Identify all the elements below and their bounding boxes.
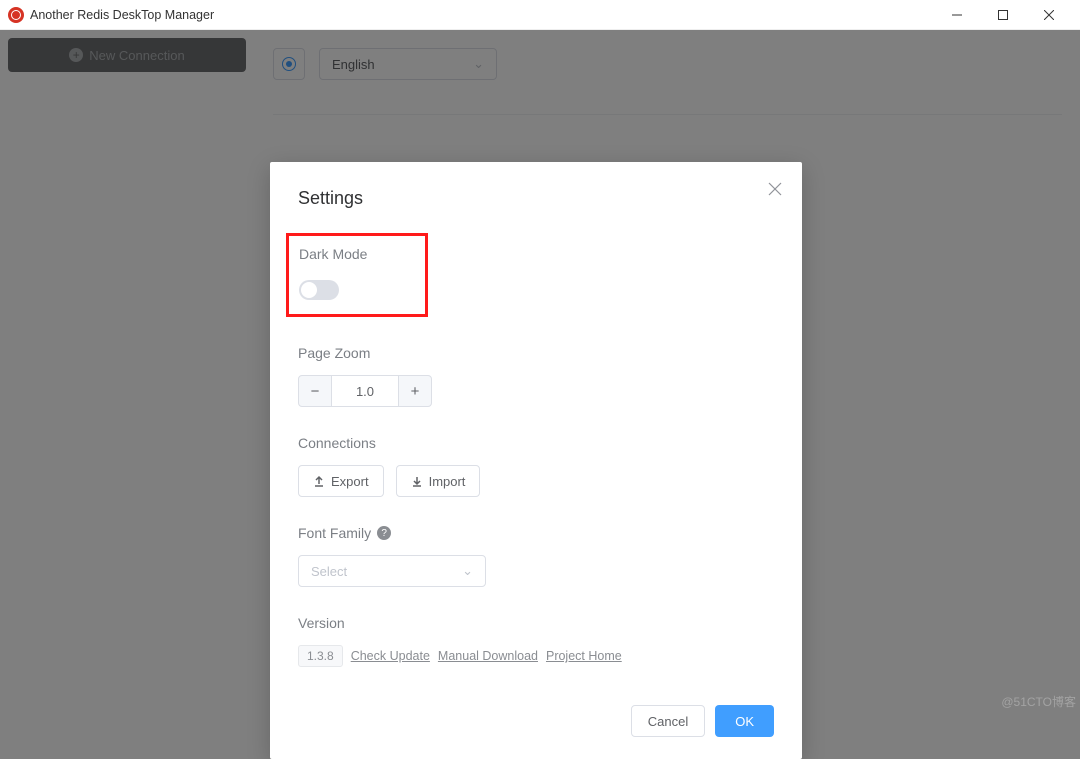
dark-mode-label: Dark Mode xyxy=(299,246,415,262)
modal-footer: Cancel OK xyxy=(298,705,774,737)
export-label: Export xyxy=(331,474,369,489)
help-icon[interactable]: ? xyxy=(377,526,391,540)
zoom-increase-button[interactable]: + xyxy=(398,375,432,407)
minimize-button[interactable] xyxy=(934,0,980,30)
settings-modal: Settings Dark Mode Page Zoom − 1.0 + Con… xyxy=(270,162,802,759)
app-icon xyxy=(8,7,24,23)
cancel-button[interactable]: Cancel xyxy=(631,705,705,737)
ok-button[interactable]: OK xyxy=(715,705,774,737)
font-family-text: Font Family xyxy=(298,525,371,541)
project-home-link[interactable]: Project Home xyxy=(546,649,622,663)
connections-buttons: Export Import xyxy=(298,465,774,497)
page-zoom-stepper[interactable]: − 1.0 + xyxy=(298,375,432,407)
upload-icon xyxy=(313,475,325,487)
chevron-down-icon: ⌄ xyxy=(462,563,473,579)
modal-title: Settings xyxy=(298,188,774,209)
connections-label: Connections xyxy=(298,435,774,451)
font-family-placeholder: Select xyxy=(311,564,347,579)
check-update-link[interactable]: Check Update xyxy=(351,649,430,663)
titlebar: Another Redis DeskTop Manager xyxy=(0,0,1080,30)
close-button[interactable] xyxy=(1026,0,1072,30)
zoom-decrease-button[interactable]: − xyxy=(298,375,332,407)
version-label: Version xyxy=(298,615,774,631)
version-badge: 1.3.8 xyxy=(298,645,343,667)
dark-mode-toggle[interactable] xyxy=(299,280,339,300)
font-family-select[interactable]: Select ⌄ xyxy=(298,555,486,587)
window-controls xyxy=(934,0,1072,30)
modal-close-button[interactable] xyxy=(768,182,782,201)
import-button[interactable]: Import xyxy=(396,465,481,497)
app-title: Another Redis DeskTop Manager xyxy=(30,8,214,22)
download-icon xyxy=(411,475,423,487)
zoom-value: 1.0 xyxy=(332,375,398,407)
import-label: Import xyxy=(429,474,466,489)
app-body: + New Connection English ⌄ Settings Dark… xyxy=(0,30,1080,714)
font-family-label: Font Family ? xyxy=(298,525,774,541)
dark-mode-highlight: Dark Mode xyxy=(286,233,428,317)
export-button[interactable]: Export xyxy=(298,465,384,497)
version-row: 1.3.8 Check Update Manual Download Proje… xyxy=(298,645,774,667)
page-zoom-label: Page Zoom xyxy=(298,345,774,361)
watermark: @51CTO博客 xyxy=(1001,693,1076,710)
maximize-button[interactable] xyxy=(980,0,1026,30)
manual-download-link[interactable]: Manual Download xyxy=(438,649,538,663)
